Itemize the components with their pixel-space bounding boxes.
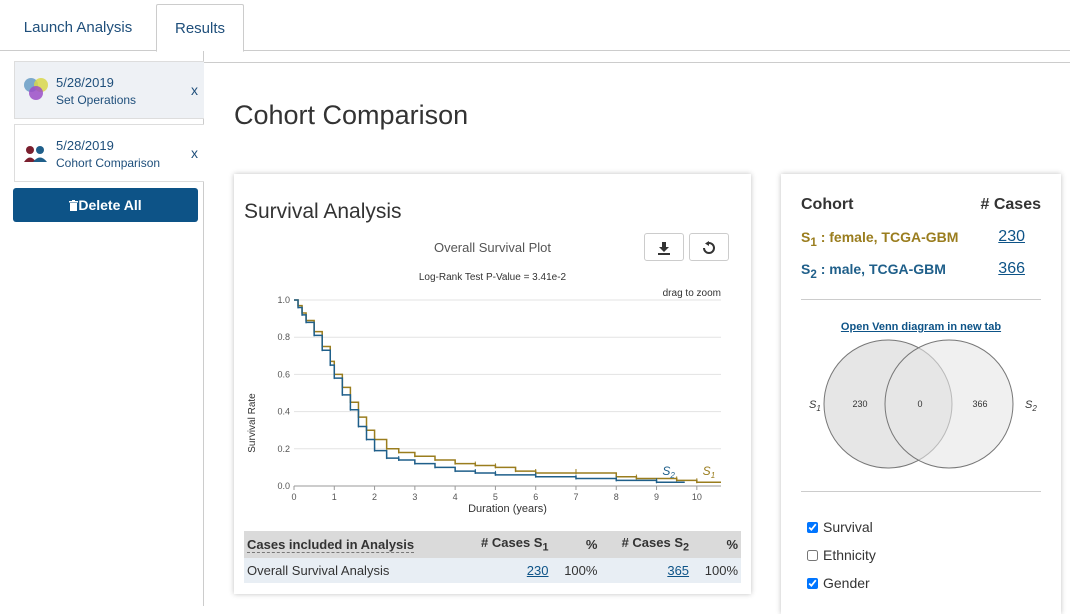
s2-pct-cell: 100% <box>692 558 741 583</box>
x-tick-label: 8 <box>614 492 619 502</box>
sidebar-item-date: 5/28/2019 <box>56 75 114 90</box>
cohort-s1-cases-link[interactable]: 230 <box>998 228 1025 246</box>
cohort-s2-label: S2 : male, TCGA-GBM <box>801 261 946 281</box>
survival-curve-s2 <box>294 299 685 484</box>
close-icon[interactable]: x <box>191 82 198 98</box>
open-venn-link[interactable]: Open Venn diagram in new tab <box>781 321 1061 333</box>
ethnicity-checkbox[interactable] <box>807 550 818 561</box>
tab-results[interactable]: Results <box>156 4 244 52</box>
s1-cases-link[interactable]: 230 <box>527 563 549 578</box>
cohort-s1-label: S1 : female, TCGA-GBM <box>801 229 959 249</box>
delete-all-label: Delete All <box>78 197 142 213</box>
divider <box>801 491 1041 492</box>
results-sidebar: 5/28/2019 Set Operations x 5/28/2019 Coh… <box>0 51 204 606</box>
sidebar-item-label: Cohort Comparison <box>56 156 161 170</box>
checkbox-gender[interactable]: Gender <box>807 575 870 591</box>
x-tick-label: 4 <box>453 492 458 502</box>
venn-left-count: 230 <box>852 399 867 409</box>
cohort-card: Cohort # Cases S1 : female, TCGA-GBM 230… <box>781 174 1061 614</box>
venn-circle-s2 <box>884 339 1014 469</box>
delete-all-button[interactable]: Delete All <box>13 188 198 222</box>
checkbox-survival[interactable]: Survival <box>807 519 873 535</box>
x-tick-label: 1 <box>332 492 337 502</box>
s1-pct-cell: 100% <box>551 558 601 583</box>
x-tick-label: 7 <box>573 492 578 502</box>
table-header: % <box>551 531 601 558</box>
table-header-row: Cases included in Analysis # Cases S1 % … <box>244 531 741 558</box>
row-label: Overall Survival Analysis <box>244 558 460 583</box>
venn-diagram[interactable]: 230 0 366 S1 S2 <box>781 334 1061 474</box>
venn-right-count: 366 <box>972 399 987 409</box>
table-row: Overall Survival Analysis 230 100% 365 1… <box>244 558 741 583</box>
table-header: % <box>692 531 741 558</box>
divider <box>801 299 1041 300</box>
x-tick-label: 10 <box>692 492 702 502</box>
survival-title: Survival Analysis <box>244 200 402 223</box>
table-header: Cases included in Analysis <box>244 531 460 558</box>
x-tick-label: 2 <box>372 492 377 502</box>
sidebar-item-set-operations[interactable]: 5/28/2019 Set Operations x <box>14 61 204 119</box>
x-tick-label: 0 <box>291 492 296 502</box>
analysis-tabs: Launch Analysis Results <box>0 0 1070 52</box>
series-label-s2: S2 <box>662 464 675 480</box>
x-tick-label: 3 <box>412 492 417 502</box>
sidebar-item-date: 5/28/2019 <box>56 138 114 153</box>
checkbox-ethnicity[interactable]: Ethnicity <box>807 547 876 563</box>
download-button[interactable] <box>644 233 684 261</box>
y-tick-label: 0.6 <box>277 369 290 379</box>
cases-header: # Cases <box>980 196 1042 213</box>
y-tick-label: 0.2 <box>277 444 290 454</box>
close-icon[interactable]: x <box>191 145 198 161</box>
table-header: # Cases S1 <box>459 531 552 558</box>
x-tick-label: 5 <box>493 492 498 502</box>
x-tick-label: 9 <box>654 492 659 502</box>
reset-icon <box>703 241 715 254</box>
survival-plot[interactable]: 0.0 0.2 0.4 0.6 0.8 1.0 0 1 2 3 4 5 6 7 8 9 10 Duration (… <box>234 286 751 526</box>
sidebar-item-cohort-comparison[interactable]: 5/28/2019 Cohort Comparison x <box>14 124 204 182</box>
logrank-pvalue: Log-Rank Test P-Value = 3.41e-2 <box>418 272 567 283</box>
s2-cases-link[interactable]: 365 <box>667 563 689 578</box>
venn-middle-count: 0 <box>917 399 922 409</box>
gender-checkbox[interactable] <box>807 578 818 589</box>
sidebar-item-label: Set Operations <box>56 93 137 107</box>
content-divider <box>204 62 1070 63</box>
venn-icon <box>24 78 48 100</box>
x-axis-label: Duration (years) <box>468 503 547 515</box>
reset-zoom-button[interactable] <box>689 233 729 261</box>
y-axis-label: Survival Rate <box>247 393 258 453</box>
venn-s2-label: S2 <box>1025 399 1037 413</box>
download-icon <box>658 242 670 255</box>
y-tick-label: 1.0 <box>277 295 290 305</box>
table-header: # Cases S2 <box>600 531 693 558</box>
x-tick-label: 6 <box>533 492 538 502</box>
series-label-s1: S1 <box>703 464 715 480</box>
survival-checkbox[interactable] <box>807 522 818 533</box>
survival-analysis-card: Survival Analysis Overall Survival Plot … <box>234 174 751 594</box>
cohort-header: Cohort <box>801 196 854 213</box>
s2-cases-cell: 365 <box>600 558 693 583</box>
y-tick-label: 0.4 <box>277 407 290 417</box>
users-icon <box>24 146 47 162</box>
survival-table: Cases included in Analysis # Cases S1 % … <box>244 531 741 583</box>
tab-launch-analysis[interactable]: Launch Analysis <box>0 4 156 51</box>
survival-curve-s1 <box>294 299 721 484</box>
y-tick-label: 0.0 <box>277 481 290 491</box>
y-tick-label: 0.8 <box>277 332 290 342</box>
trash-icon <box>69 200 79 211</box>
venn-s1-label: S1 <box>809 399 821 413</box>
page-title: Cohort Comparison <box>234 100 469 130</box>
s1-cases-cell: 230 <box>459 558 552 583</box>
cohort-s2-cases-link[interactable]: 366 <box>998 260 1025 278</box>
